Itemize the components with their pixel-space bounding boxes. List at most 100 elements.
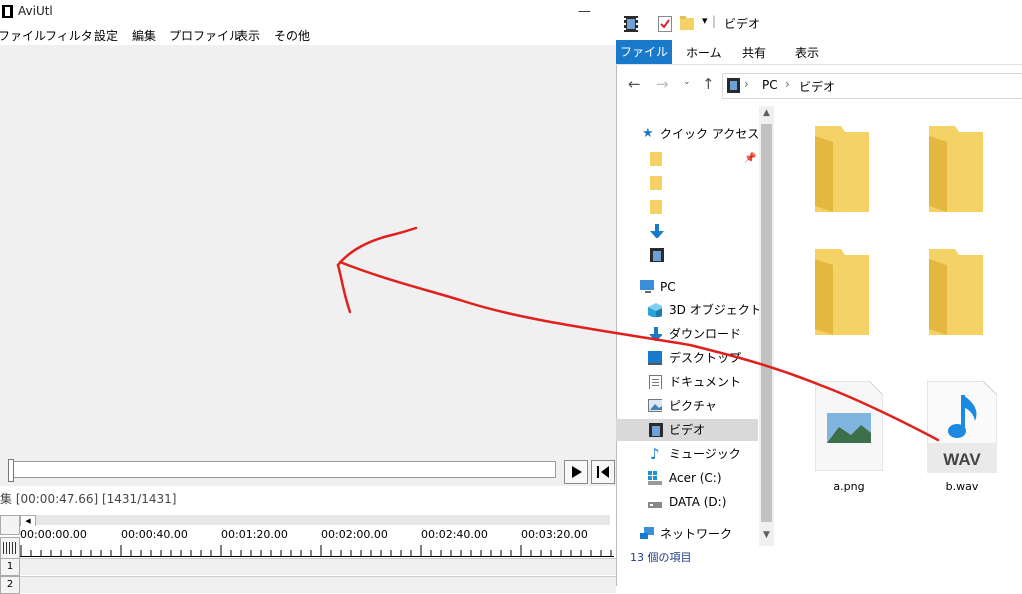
menu-other[interactable]: その他 bbox=[274, 27, 310, 44]
menu-settings[interactable]: 設定 bbox=[94, 27, 118, 44]
nav-scroll-thumb[interactable] bbox=[761, 124, 772, 522]
nav-3d-objects[interactable]: 3D オブジェクト bbox=[616, 299, 762, 321]
tick-label: 00:03:20.00 bbox=[521, 528, 588, 541]
breadcrumb-pc[interactable]: PC bbox=[762, 78, 778, 92]
star-icon: ★ bbox=[642, 126, 654, 141]
timeline-scrollbar[interactable] bbox=[20, 515, 610, 525]
drive-icon bbox=[648, 502, 662, 508]
download-arrow-icon bbox=[650, 224, 664, 238]
forward-arrow-icon[interactable]: → bbox=[656, 75, 669, 93]
layer-label[interactable]: 1 bbox=[0, 558, 20, 576]
wav-badge: WAV bbox=[943, 450, 981, 469]
nav-label: 3D オブジェクト bbox=[669, 303, 762, 317]
quick-access-toolbar-dropdown-icon[interactable]: ▾ bbox=[702, 14, 708, 27]
nav-label: ミュージック bbox=[669, 447, 741, 461]
nav-label: DATA (D:) bbox=[669, 495, 727, 509]
layer-label[interactable]: 2 bbox=[0, 576, 20, 594]
nav-pinned-downloads[interactable] bbox=[616, 220, 758, 242]
address-bar[interactable]: › PC › ビデオ bbox=[722, 73, 1022, 99]
wav-file-icon[interactable]: WAV bbox=[927, 381, 997, 473]
nav-label: クイック アクセス bbox=[660, 127, 760, 141]
nav-desktop[interactable]: デスクトップ bbox=[616, 347, 758, 369]
timeline-corner bbox=[0, 515, 20, 535]
layer-header-corner bbox=[0, 537, 20, 559]
video-folder-icon bbox=[624, 16, 638, 32]
download-arrow-icon bbox=[649, 327, 662, 341]
folder-icon[interactable] bbox=[929, 126, 983, 212]
file-name[interactable]: b.wav bbox=[922, 480, 1002, 493]
tick-label: 00:02:00.00 bbox=[321, 528, 388, 541]
breadcrumb-separator: › bbox=[744, 77, 749, 91]
nav-documents[interactable]: ドキュメント bbox=[616, 371, 758, 393]
nav-downloads[interactable]: ダウンロード bbox=[616, 323, 758, 345]
nav-pinned-videos[interactable] bbox=[616, 244, 758, 266]
new-folder-icon[interactable] bbox=[680, 16, 694, 30]
layer-row[interactable] bbox=[20, 558, 616, 575]
folder-icon bbox=[650, 176, 662, 190]
nav-label: PC bbox=[660, 280, 676, 294]
nav-drive-c[interactable]: Acer (C:) bbox=[616, 467, 758, 489]
folder-icon[interactable] bbox=[929, 249, 983, 335]
menu-view[interactable]: 表示 bbox=[236, 27, 260, 44]
menu-profile[interactable]: プロファイル bbox=[169, 27, 241, 44]
explorer-window-title: ビデオ bbox=[724, 17, 761, 31]
nav-quick-access[interactable]: ★ クイック アクセス bbox=[616, 123, 760, 145]
png-file-icon[interactable] bbox=[815, 381, 883, 471]
file-name[interactable]: a.png bbox=[809, 480, 889, 493]
scroll-down-icon[interactable]: ▼ bbox=[759, 530, 774, 540]
aviutl-window-title: AviUtl bbox=[18, 4, 53, 18]
tick-label: 00:00:40.00 bbox=[121, 528, 188, 541]
nav-pinned-folder[interactable]: 📌 bbox=[616, 148, 758, 170]
tab-view[interactable]: 表示 bbox=[795, 44, 819, 61]
aviutl-title-bar: AviUtl — bbox=[0, 0, 616, 24]
cube-icon bbox=[648, 303, 662, 317]
nav-drive-d[interactable]: DATA (D:) bbox=[616, 491, 758, 513]
timeline-ticks bbox=[20, 545, 614, 557]
nav-music[interactable]: ♪ ミュージック bbox=[616, 443, 758, 465]
pin-icon[interactable]: 📌 bbox=[744, 148, 756, 170]
video-folder-icon bbox=[650, 248, 664, 262]
menu-filter[interactable]: フィルタ bbox=[45, 27, 93, 44]
properties-icon[interactable] bbox=[658, 16, 672, 32]
menu-file[interactable]: ファイル bbox=[0, 27, 46, 44]
tick-label: 00:02:40.00 bbox=[421, 528, 488, 541]
tab-home[interactable]: ホーム bbox=[686, 44, 722, 61]
minimize-button[interactable]: — bbox=[578, 4, 591, 19]
folder-icon bbox=[650, 200, 662, 214]
back-arrow-icon[interactable]: ← bbox=[628, 75, 641, 93]
nav-videos[interactable]: ビデオ bbox=[616, 419, 758, 441]
breadcrumb-videos[interactable]: ビデオ bbox=[799, 78, 835, 95]
up-arrow-icon[interactable]: ↑ bbox=[702, 75, 715, 93]
nav-label: ネットワーク bbox=[660, 527, 733, 541]
recent-locations-icon[interactable]: ⌄ bbox=[683, 77, 691, 87]
step-back-icon bbox=[597, 466, 609, 478]
video-folder-icon bbox=[727, 78, 740, 93]
folder-icon[interactable] bbox=[815, 126, 869, 212]
aviutl-menu-bar: ファイル フィルタ 設定 編集 プロファイル 表示 その他 bbox=[0, 24, 616, 45]
nav-pinned-folder[interactable] bbox=[616, 172, 758, 194]
seek-bar[interactable] bbox=[8, 461, 556, 478]
tick-label: 00:01:20.00 bbox=[221, 528, 288, 541]
aviutl-app-icon bbox=[2, 5, 13, 18]
nav-network[interactable]: ネットワーク bbox=[616, 523, 758, 545]
layer-row[interactable] bbox=[20, 576, 616, 593]
nav-pc[interactable]: PC bbox=[616, 276, 758, 298]
tab-share[interactable]: 共有 bbox=[742, 44, 766, 61]
nav-pictures[interactable]: ピクチャ bbox=[616, 395, 758, 417]
nav-label: デスクトップ bbox=[669, 351, 742, 365]
windows-drive-icon bbox=[648, 471, 662, 485]
seek-thumb[interactable] bbox=[8, 459, 14, 482]
scroll-up-icon[interactable]: ▲ bbox=[759, 108, 774, 118]
tab-file[interactable]: ファイル bbox=[616, 40, 672, 64]
prev-frame-button[interactable] bbox=[591, 460, 615, 484]
nav-label: Acer (C:) bbox=[669, 471, 722, 485]
nav-pinned-folder[interactable] bbox=[616, 196, 758, 218]
play-button[interactable] bbox=[564, 460, 588, 484]
menu-edit[interactable]: 編集 bbox=[132, 27, 156, 44]
video-folder-icon bbox=[649, 423, 663, 437]
status-item-count: 13 個の項目 bbox=[630, 551, 692, 564]
folder-icon[interactable] bbox=[815, 249, 869, 335]
nav-label: ダウンロード bbox=[669, 327, 742, 341]
tick-label: 00:00:00.00 bbox=[20, 528, 87, 541]
nav-label: ビデオ bbox=[669, 423, 706, 437]
